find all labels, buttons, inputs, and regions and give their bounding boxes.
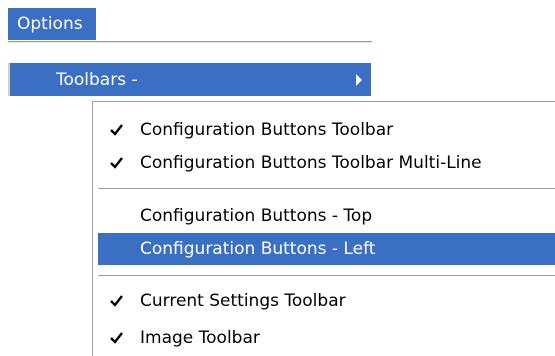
check-mark-icon <box>110 157 123 169</box>
options-menu[interactable]: Options <box>8 8 96 40</box>
menu-item-image-toolbar[interactable]: Image Toolbar <box>98 322 555 354</box>
menu-separator <box>98 275 555 277</box>
toolbars-submenu: Configuration Buttons Toolbar Configurat… <box>92 101 555 356</box>
menu-item-label: Current Settings Toolbar <box>140 291 346 311</box>
menu-item-config-buttons-left[interactable]: Configuration Buttons - Left <box>98 233 555 265</box>
menu-left-edge <box>8 63 10 96</box>
menu-item-current-settings-toolbar[interactable]: Current Settings Toolbar <box>98 285 555 317</box>
menu-item-label: Image Toolbar <box>140 328 260 348</box>
check-mark-icon <box>110 295 123 307</box>
menu-item-toolbars-label: Toolbars - <box>56 69 138 90</box>
menu-item-config-buttons-toolbar-multiline[interactable]: Configuration Buttons Toolbar Multi-Line <box>98 147 555 179</box>
menu-item-config-buttons-top[interactable]: Configuration Buttons - Top <box>98 200 555 232</box>
menu-item-label: Configuration Buttons - Top <box>140 206 373 226</box>
check-mark-icon <box>110 332 123 344</box>
options-menu-label: Options <box>17 14 83 34</box>
menu-divider-shadow <box>8 42 372 43</box>
menu-item-toolbars[interactable]: Toolbars - <box>8 63 371 96</box>
menu-item-label: Configuration Buttons Toolbar <box>140 120 394 140</box>
menu-separator <box>98 188 555 190</box>
check-mark-icon <box>110 124 123 136</box>
menu-item-label: Configuration Buttons - Left <box>140 239 376 259</box>
menu-item-label: Configuration Buttons Toolbar Multi-Line <box>140 153 482 173</box>
menu-item-config-buttons-toolbar[interactable]: Configuration Buttons Toolbar <box>98 114 555 146</box>
chevron-right-icon <box>356 74 362 86</box>
